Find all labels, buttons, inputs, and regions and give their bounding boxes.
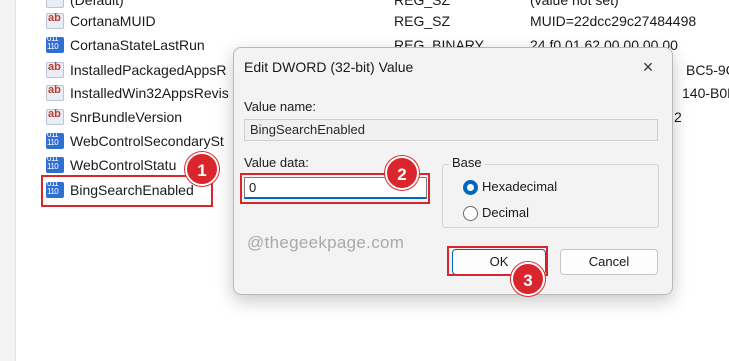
row-name: SnrBundleVersion — [70, 109, 183, 125]
value-name-field: BingSearchEnabled — [244, 119, 658, 141]
string-value-icon: ab — [46, 108, 64, 125]
row-data: 2 — [674, 109, 682, 125]
row-name: CortanaMUID — [70, 13, 156, 29]
string-value-icon: ab — [46, 61, 64, 78]
dialog-title: Edit DWORD (32-bit) Value — [244, 59, 414, 75]
row-name: InstalledPackagedAppsR — [70, 62, 227, 78]
row-name: WebControlStatu — [70, 157, 177, 173]
hexadecimal-radio[interactable] — [463, 180, 478, 195]
row-data: 140-B0ED — [682, 85, 729, 101]
row-data: MUID=22dcc29c27484498 — [530, 13, 697, 29]
highlight-box-value — [41, 175, 213, 207]
row-name: WebControlSecondarySt — [70, 133, 224, 149]
binary-value-icon: 011 110 — [46, 34, 64, 53]
row-name: InstalledWin32AppsRevis — [70, 85, 229, 101]
row-data: BC5-9C9 — [686, 62, 729, 78]
row-type: REG_SZ — [394, 13, 451, 29]
tree-pane-edge — [0, 0, 16, 361]
row-name: CortanaStateLastRun — [70, 37, 205, 53]
watermark-text: @thegeekpage.com — [247, 233, 405, 252]
step-badge-3: 3 — [511, 262, 545, 296]
value-name-label: Value name: — [244, 99, 317, 114]
string-value-icon: ab — [46, 0, 64, 8]
registry-row[interactable]: ab CortanaMUID REG_SZ MUID=22dcc29c27484… — [46, 9, 729, 33]
close-icon[interactable]: × — [637, 57, 659, 77]
value-data-label: Value data: — [244, 155, 309, 170]
cancel-button[interactable]: Cancel — [560, 249, 658, 275]
binary-value-icon: 011 110 — [46, 130, 64, 149]
string-value-icon: ab — [46, 12, 64, 29]
string-value-icon: ab — [46, 84, 64, 101]
binary-value-icon: 011 110 — [46, 154, 64, 173]
base-label: Base — [449, 155, 485, 170]
step-badge-1: 1 — [185, 152, 219, 186]
decimal-radio[interactable] — [463, 206, 478, 221]
decimal-label: Decimal — [482, 205, 529, 220]
step-badge-2: 2 — [385, 156, 419, 190]
hexadecimal-label: Hexadecimal — [482, 179, 558, 194]
